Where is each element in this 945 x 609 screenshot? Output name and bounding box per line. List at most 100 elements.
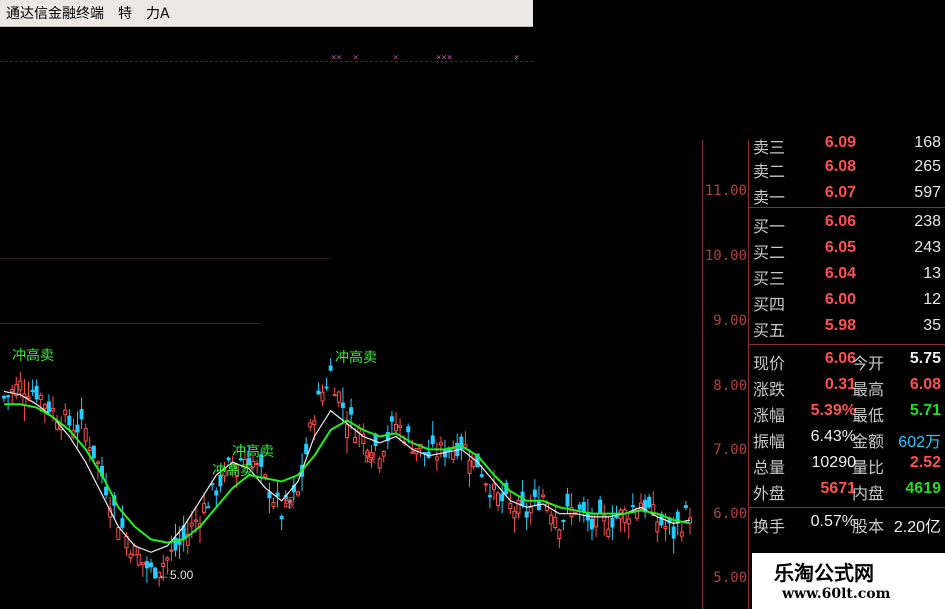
candle-body <box>614 516 619 519</box>
price-tick-label: 6.00 <box>713 506 747 522</box>
candle-body <box>316 390 321 395</box>
sell-signal-label: 冲高卖 <box>12 348 54 364</box>
candle-body <box>255 462 260 465</box>
candle-body <box>536 501 541 510</box>
sell-signal-label: 冲高卖 <box>232 444 274 460</box>
candle-body <box>136 553 141 566</box>
candle-body <box>406 426 411 433</box>
price-axis-line <box>702 140 703 609</box>
candle-body <box>83 428 88 442</box>
candle-body <box>516 499 521 514</box>
candle-body <box>279 516 284 520</box>
candle-body <box>324 386 329 389</box>
candle-body <box>2 396 6 399</box>
candle-body <box>87 447 92 451</box>
candle-body <box>34 385 39 400</box>
candle-body <box>320 391 325 402</box>
candle-body <box>602 514 607 522</box>
candle-body <box>679 531 684 537</box>
candle-body <box>42 403 47 409</box>
candle-body <box>610 517 615 528</box>
candle-body <box>349 407 354 415</box>
stat-row: 外盘 5671 内盘 4619 <box>753 480 941 503</box>
candle-body <box>565 493 570 507</box>
candle-body <box>165 557 170 561</box>
sell-signal-label: 冲高卖 <box>335 350 377 366</box>
candle-body <box>487 494 492 498</box>
candle-body <box>655 521 660 533</box>
candle-body <box>438 442 443 446</box>
bid-row: 买四 6.00 12 <box>753 291 941 314</box>
candle-body <box>67 415 72 426</box>
site-watermark: 乐淘公式网 www.60lt.com <box>752 553 945 609</box>
candle-body <box>622 509 627 524</box>
candle-body <box>336 391 341 403</box>
candle-body <box>79 409 84 420</box>
candle-body <box>296 491 300 496</box>
candle-body <box>104 486 109 496</box>
candle-body <box>430 435 435 445</box>
candle-body <box>594 513 599 528</box>
candle-body <box>410 451 415 454</box>
candle-body <box>590 518 594 530</box>
candle-body <box>532 489 537 497</box>
candle-body <box>214 490 219 496</box>
follow-signal-label: 跟 <box>364 451 377 465</box>
candle-body <box>308 422 313 428</box>
candle-body <box>434 456 439 461</box>
candle-body <box>394 423 398 432</box>
candle-body <box>193 519 198 522</box>
panel-separator <box>748 207 945 208</box>
candle-body <box>353 437 358 444</box>
candle-body <box>75 424 80 433</box>
candle-body <box>381 451 386 457</box>
price-tick-label: 7.00 <box>713 442 747 458</box>
price-tick-label: 10.00 <box>704 248 747 264</box>
bid-row: 买五 5.98 35 <box>753 317 941 340</box>
candle-body <box>46 401 51 413</box>
panel-separator <box>748 507 945 508</box>
candle-body <box>561 519 566 522</box>
candle-body <box>271 502 276 507</box>
candle-body <box>492 483 496 490</box>
candle-body <box>606 528 611 538</box>
candle-body <box>275 492 280 497</box>
ask-row: 卖三 6.09 168 <box>753 134 941 157</box>
candle-body <box>173 537 178 551</box>
stat-row: 现价 6.06 今开 5.75 <box>753 350 941 373</box>
stat-row: 换手 0.57% 股本 2.20亿 <box>753 513 941 536</box>
candle-body <box>332 394 337 397</box>
candle-body <box>328 365 333 371</box>
watermark-url: www.60lt.com <box>782 586 891 602</box>
candlestick-chart[interactable] <box>0 0 702 609</box>
candle-body <box>161 562 166 567</box>
candle-body <box>340 402 345 408</box>
panel-separator <box>748 344 945 345</box>
candle-body <box>140 561 145 566</box>
candle-body <box>144 561 149 569</box>
candle-body <box>38 394 43 401</box>
candle-body <box>524 511 529 518</box>
price-tick-label: 9.00 <box>713 313 747 329</box>
quote-panel: 卖三 6.09 168 卖二 6.08 265 卖一 6.07 597 买一 6… <box>748 134 945 609</box>
candle-body <box>377 458 382 469</box>
candle-body <box>91 445 96 459</box>
candle-body <box>263 474 268 478</box>
bid-row: 买三 6.04 13 <box>753 265 941 288</box>
follow-signal-label: 跟 <box>283 496 296 510</box>
candle-body <box>647 496 652 508</box>
watermark-title: 乐淘公式网 <box>774 561 874 585</box>
candle-body <box>51 407 55 412</box>
candle-body <box>528 506 533 514</box>
candle-body <box>304 443 309 455</box>
low-price-marker: ←5.00 <box>158 568 194 582</box>
price-tick-label: 11.00 <box>704 183 747 199</box>
candle-body <box>630 505 635 508</box>
candle-body <box>508 502 513 510</box>
candle-body <box>26 396 31 399</box>
price-tick-label: 8.00 <box>713 378 747 394</box>
candle-body <box>500 493 505 502</box>
stat-row: 总量 10290 量比 2.52 <box>753 454 941 477</box>
sell-signal-label: 冲高卖 <box>212 463 254 479</box>
candle-body <box>467 460 472 474</box>
